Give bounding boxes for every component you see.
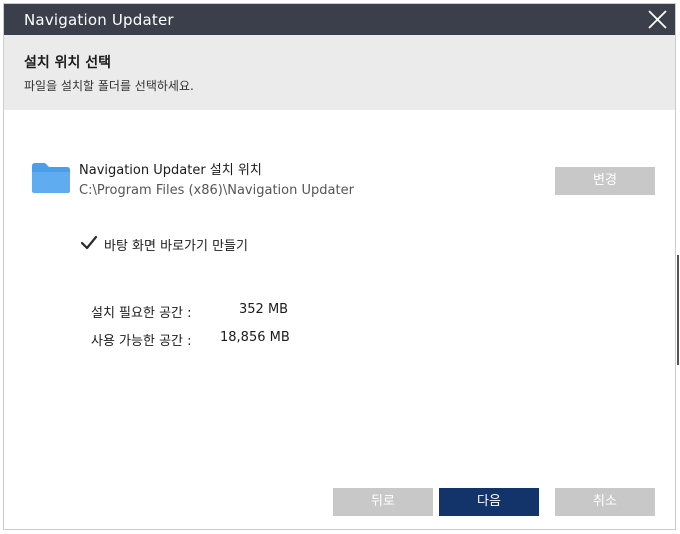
available-space-value: 18,856 MB [220, 330, 290, 345]
folder-icon [31, 162, 71, 194]
install-path: C:\Program Files (x86)\Navigation Update… [79, 183, 354, 198]
cancel-button[interactable]: 취소 [555, 488, 655, 516]
close-icon[interactable] [644, 6, 671, 33]
title-bar: Navigation Updater [4, 4, 675, 35]
required-space-label: 설치 필요한 공간 : [91, 306, 192, 321]
back-button[interactable]: 뒤로 [333, 488, 433, 516]
desktop-shortcut-label: 바탕 화면 바로가기 만들기 [104, 239, 248, 254]
scroll-edge-divider [677, 255, 679, 365]
page-subtitle: 파일을 설치할 폴더를 선택하세요. [24, 79, 194, 93]
install-location-title: Navigation Updater 설치 위치 [79, 163, 262, 178]
installer-window: Navigation Updater 설치 위치 선택 파일을 설치할 폴더를 … [3, 3, 676, 530]
required-space-value: 352 MB [239, 302, 289, 317]
checkmark-icon[interactable] [80, 234, 98, 252]
page-title: 설치 위치 선택 [24, 55, 112, 71]
window-title: Navigation Updater [24, 11, 174, 29]
page-header: 설치 위치 선택 파일을 설치할 폴더를 선택하세요. [4, 35, 675, 110]
next-button[interactable]: 다음 [439, 488, 539, 516]
available-space-label: 사용 가능한 공간 : [91, 334, 192, 349]
change-button[interactable]: 변경 [555, 167, 655, 195]
